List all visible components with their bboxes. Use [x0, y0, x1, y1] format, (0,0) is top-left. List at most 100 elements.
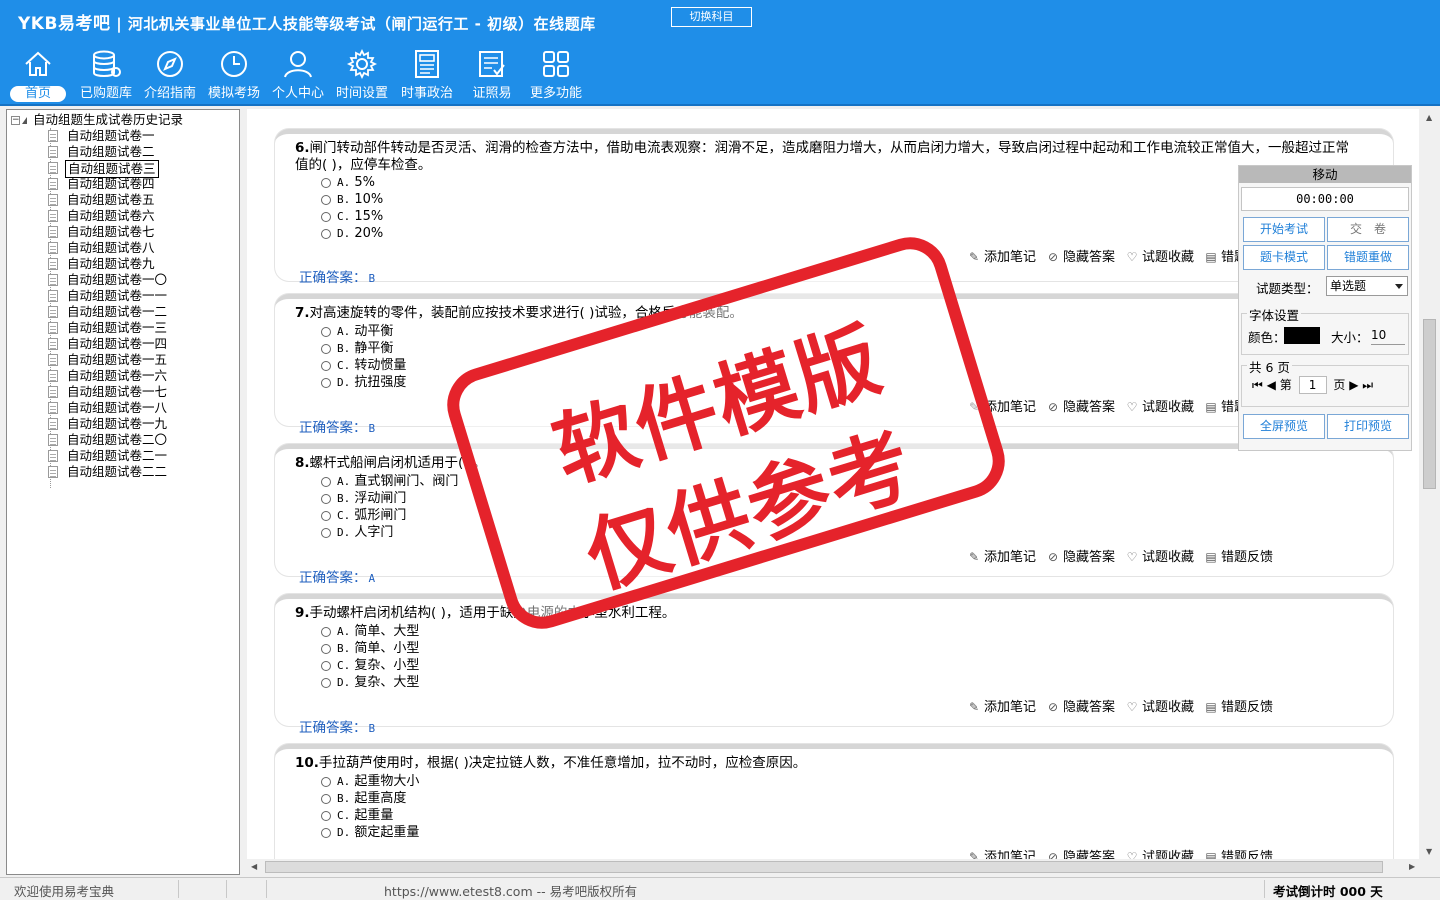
- feedback-button[interactable]: ▤ 错题反馈: [1204, 546, 1273, 565]
- tree-item[interactable]: 自动组题试卷二〇: [45, 432, 169, 448]
- tree-item[interactable]: 自动组题试卷三: [45, 160, 169, 178]
- hide-answer-button[interactable]: ⊘ 隐藏答案: [1046, 246, 1115, 265]
- scroll-right-icon[interactable]: ▶: [1409, 862, 1415, 871]
- option-radio[interactable]: [321, 326, 331, 337]
- nav-item[interactable]: 时事政治: [394, 46, 460, 104]
- tree-item[interactable]: 自动组题试卷一五: [45, 352, 169, 368]
- option-radio[interactable]: [321, 228, 331, 239]
- card-mode-button[interactable]: 题卡模式: [1243, 245, 1325, 270]
- answer-option[interactable]: D. 复杂、大型: [321, 674, 419, 691]
- answer-option[interactable]: C. 15%: [321, 208, 383, 225]
- answer-option[interactable]: B. 简单、小型: [321, 640, 419, 657]
- next-page-icon[interactable]: ▶: [1349, 378, 1358, 392]
- nav-item[interactable]: 更多功能: [524, 46, 588, 104]
- option-radio[interactable]: [321, 194, 331, 205]
- tree-item[interactable]: 自动组题试卷一〇: [45, 272, 169, 288]
- font-size-input[interactable]: 10: [1371, 326, 1405, 345]
- answer-option[interactable]: D. 额定起重量: [321, 824, 419, 841]
- option-radio[interactable]: [321, 827, 331, 838]
- option-radio[interactable]: [321, 660, 331, 671]
- favorite-button[interactable]: ♡ 试题收藏: [1125, 696, 1194, 715]
- answer-option[interactable]: A. 起重物大小: [321, 773, 419, 790]
- vertical-scroll-thumb[interactable]: [1423, 319, 1436, 489]
- favorite-button[interactable]: ♡ 试题收藏: [1125, 396, 1194, 415]
- control-panel-title[interactable]: 移动: [1239, 166, 1411, 183]
- switch-subject-button[interactable]: 切换科目: [671, 7, 752, 27]
- tree-item[interactable]: 自动组题试卷一四: [45, 336, 169, 352]
- answer-option[interactable]: C. 弧形闸门: [321, 507, 458, 524]
- tree-item[interactable]: 自动组题试卷二一: [45, 448, 169, 464]
- fullscreen-preview-button[interactable]: 全屏预览: [1243, 414, 1325, 439]
- nav-item[interactable]: 个人中心: [266, 46, 330, 104]
- option-radio[interactable]: [321, 776, 331, 787]
- answer-option[interactable]: D. 人字门: [321, 524, 458, 541]
- answer-option[interactable]: A. 动平衡: [321, 323, 406, 340]
- collapse-icon[interactable]: −: [11, 116, 20, 125]
- last-page-icon[interactable]: ⏭: [1362, 378, 1373, 392]
- tree-item[interactable]: 自动组题试卷一七: [45, 384, 169, 400]
- answer-option[interactable]: D. 抗扭强度: [321, 374, 406, 391]
- add-note-button[interactable]: ✎ 添加笔记: [967, 696, 1036, 715]
- answer-option[interactable]: C. 起重量: [321, 807, 419, 824]
- tree-item[interactable]: 自动组题试卷一三: [45, 320, 169, 336]
- favorite-button[interactable]: ♡ 试题收藏: [1125, 246, 1194, 265]
- option-radio[interactable]: [321, 377, 331, 388]
- hide-answer-button[interactable]: ⊘ 隐藏答案: [1046, 546, 1115, 565]
- answer-option[interactable]: B. 静平衡: [321, 340, 406, 357]
- option-radio[interactable]: [321, 493, 331, 504]
- favorite-button[interactable]: ♡ 试题收藏: [1125, 846, 1194, 859]
- tree-root[interactable]: − 自动组题生成试卷历史记录: [11, 112, 183, 128]
- tree-item[interactable]: 自动组题试卷九: [45, 256, 169, 272]
- option-radio[interactable]: [321, 677, 331, 688]
- option-radio[interactable]: [321, 643, 331, 654]
- tree-item[interactable]: 自动组题试卷二二: [45, 464, 169, 480]
- feedback-button[interactable]: ▤ 错题反馈: [1204, 696, 1273, 715]
- nav-item[interactable]: 首页: [8, 46, 68, 104]
- option-radio[interactable]: [321, 211, 331, 222]
- option-radio[interactable]: [321, 527, 331, 538]
- feedback-button[interactable]: ▤ 错题反馈: [1204, 846, 1273, 859]
- nav-item[interactable]: 模拟考场: [202, 46, 266, 104]
- font-color-swatch[interactable]: [1284, 327, 1320, 344]
- nav-item[interactable]: 证照易: [462, 46, 522, 104]
- option-radio[interactable]: [321, 177, 331, 188]
- tree-item[interactable]: 自动组题试卷四: [45, 176, 169, 192]
- option-radio[interactable]: [321, 626, 331, 637]
- nav-item[interactable]: 已购题库: [74, 46, 138, 104]
- hide-answer-button[interactable]: ⊘ 隐藏答案: [1046, 396, 1115, 415]
- answer-option[interactable]: C. 转动惯量: [321, 357, 406, 374]
- answer-option[interactable]: A. 简单、大型: [321, 623, 419, 640]
- scroll-left-icon[interactable]: ◀: [251, 862, 257, 871]
- option-radio[interactable]: [321, 810, 331, 821]
- horizontal-scroll-thumb[interactable]: [265, 861, 1383, 873]
- option-radio[interactable]: [321, 793, 331, 804]
- tree-item[interactable]: 自动组题试卷一六: [45, 368, 169, 384]
- answer-option[interactable]: A. 5%: [321, 174, 383, 191]
- page-number-input[interactable]: 1: [1298, 376, 1327, 394]
- question-type-select[interactable]: 单选题: [1326, 276, 1408, 296]
- tree-item[interactable]: 自动组题试卷六: [45, 208, 169, 224]
- add-note-button[interactable]: ✎ 添加笔记: [967, 846, 1036, 859]
- hide-answer-button[interactable]: ⊘ 隐藏答案: [1046, 846, 1115, 859]
- add-note-button[interactable]: ✎ 添加笔记: [967, 396, 1036, 415]
- vertical-scrollbar[interactable]: ▲ ▼: [1421, 109, 1438, 875]
- scroll-down-icon[interactable]: ▼: [1426, 847, 1432, 856]
- tree-item[interactable]: 自动组题试卷七: [45, 224, 169, 240]
- answer-option[interactable]: C. 复杂、小型: [321, 657, 419, 674]
- horizontal-scrollbar[interactable]: ◀ ▶: [247, 859, 1421, 875]
- redo-wrong-button[interactable]: 错题重做: [1327, 245, 1409, 270]
- start-exam-button[interactable]: 开始考试: [1243, 217, 1325, 242]
- nav-item[interactable]: 介绍指南: [138, 46, 202, 104]
- scroll-up-icon[interactable]: ▲: [1426, 113, 1432, 122]
- submit-paper-button[interactable]: 交 卷: [1327, 217, 1409, 242]
- option-radio[interactable]: [321, 360, 331, 371]
- answer-option[interactable]: B. 10%: [321, 191, 383, 208]
- tree-item[interactable]: 自动组题试卷一一: [45, 288, 169, 304]
- tree-item[interactable]: 自动组题试卷一八: [45, 400, 169, 416]
- tree-item[interactable]: 自动组题试卷二: [45, 144, 169, 160]
- tree-item[interactable]: 自动组题试卷一: [45, 128, 169, 144]
- hide-answer-button[interactable]: ⊘ 隐藏答案: [1046, 696, 1115, 715]
- option-radio[interactable]: [321, 510, 331, 521]
- add-note-button[interactable]: ✎ 添加笔记: [967, 246, 1036, 265]
- answer-option[interactable]: D. 20%: [321, 225, 383, 242]
